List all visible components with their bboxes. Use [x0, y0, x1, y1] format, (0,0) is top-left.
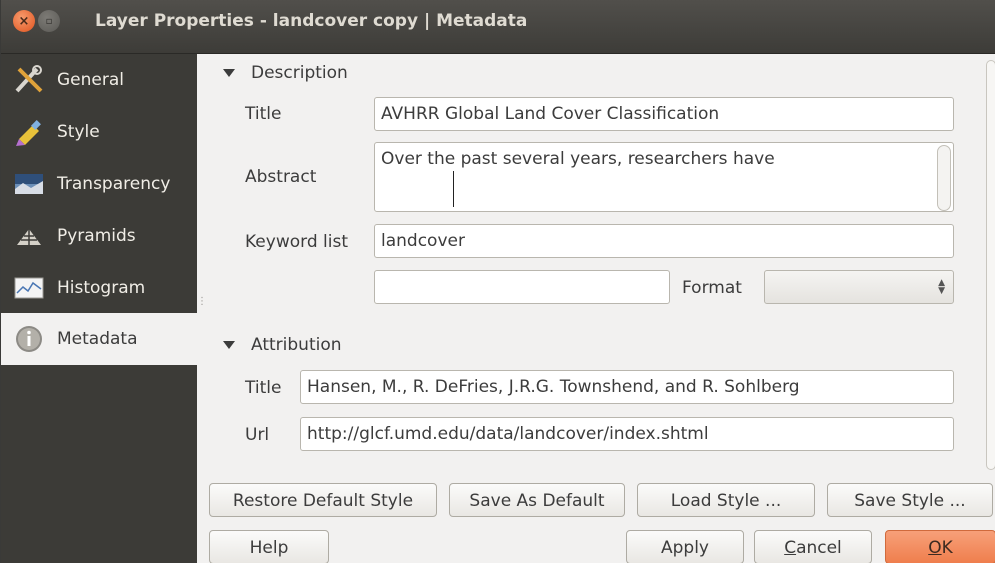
sidebar: General Style Transparency Pyramids Hist… — [1, 54, 197, 563]
tools-icon — [13, 65, 45, 95]
collapse-triangle-icon — [223, 341, 235, 349]
sidebar-item-metadata[interactable]: Metadata — [1, 313, 197, 365]
pyramids-icon — [13, 221, 45, 251]
keyword-list-field[interactable]: landcover — [374, 224, 954, 258]
sidebar-item-label: General — [57, 70, 124, 90]
sidebar-item-label: Transparency — [57, 174, 171, 194]
attribution-section-header[interactable]: Attribution — [223, 335, 342, 355]
save-as-default-button[interactable]: Save As Default — [449, 483, 625, 517]
window-close-button[interactable]: × — [13, 10, 35, 32]
keyword-list-label: Keyword list — [245, 232, 348, 252]
attribution-url-field[interactable]: http://glcf.umd.edu/data/landcover/index… — [300, 417, 954, 451]
title-field[interactable]: AVHRR Global Land Cover Classification — [374, 97, 954, 131]
info-icon — [13, 324, 45, 354]
collapse-triangle-icon — [223, 69, 235, 77]
sidebar-item-label: Metadata — [57, 329, 138, 349]
sidebar-item-transparency[interactable]: Transparency — [1, 158, 197, 210]
attribution-title-label: Title — [245, 378, 282, 398]
text-cursor — [453, 171, 454, 207]
title-bar: × ▫ Layer Properties - landcover copy | … — [1, 0, 995, 54]
title-label: Title — [245, 104, 282, 124]
format-label: Format — [682, 278, 742, 298]
abstract-textarea[interactable]: Over the past several years, researchers… — [374, 142, 954, 212]
abstract-text: Over the past several years, researchers… — [381, 149, 775, 169]
sidebar-item-general[interactable]: General — [1, 54, 197, 106]
abstract-label: Abstract — [245, 167, 317, 187]
restore-default-style-button[interactable]: Restore Default Style — [209, 483, 437, 517]
close-icon: × — [18, 13, 30, 29]
description-section-header[interactable]: Description — [223, 63, 348, 83]
transparency-icon — [13, 169, 45, 199]
apply-button[interactable]: Apply — [626, 530, 744, 563]
metadata-panel: Description Title AVHRR Global Land Cove… — [203, 54, 995, 474]
attribution-title-field[interactable]: Hansen, M., R. DeFries, J.R.G. Townshend… — [300, 370, 954, 404]
sidebar-item-label: Histogram — [57, 278, 146, 298]
format-select[interactable]: ▲ ▼ — [764, 270, 954, 304]
panel-scrollbar[interactable] — [986, 60, 995, 470]
paintbrush-icon — [13, 117, 45, 147]
layer-properties-window: × ▫ Layer Properties - landcover copy | … — [0, 0, 995, 563]
extra-input[interactable] — [374, 270, 670, 304]
cancel-button[interactable]: Cancel — [754, 530, 872, 563]
sidebar-item-label: Style — [57, 122, 100, 142]
spin-arrows-icon: ▲ ▼ — [938, 278, 945, 296]
load-style-button[interactable]: Load Style ... — [637, 483, 815, 517]
save-style-button[interactable]: Save Style ... — [827, 483, 993, 517]
sidebar-item-label: Pyramids — [57, 226, 136, 246]
histogram-icon — [13, 273, 45, 303]
sidebar-item-pyramids[interactable]: Pyramids — [1, 210, 197, 262]
window-title: Layer Properties - landcover copy | Meta… — [95, 11, 528, 31]
sidebar-item-histogram[interactable]: Histogram — [1, 262, 197, 314]
attribution-url-label: Url — [245, 425, 270, 445]
abstract-scrollbar[interactable] — [937, 145, 951, 211]
window-minimize-button[interactable]: ▫ — [38, 10, 60, 32]
help-button[interactable]: Help — [209, 530, 329, 563]
ok-button[interactable]: OK — [885, 530, 995, 563]
minimize-icon: ▫ — [45, 15, 53, 27]
sidebar-item-style[interactable]: Style — [1, 106, 197, 158]
